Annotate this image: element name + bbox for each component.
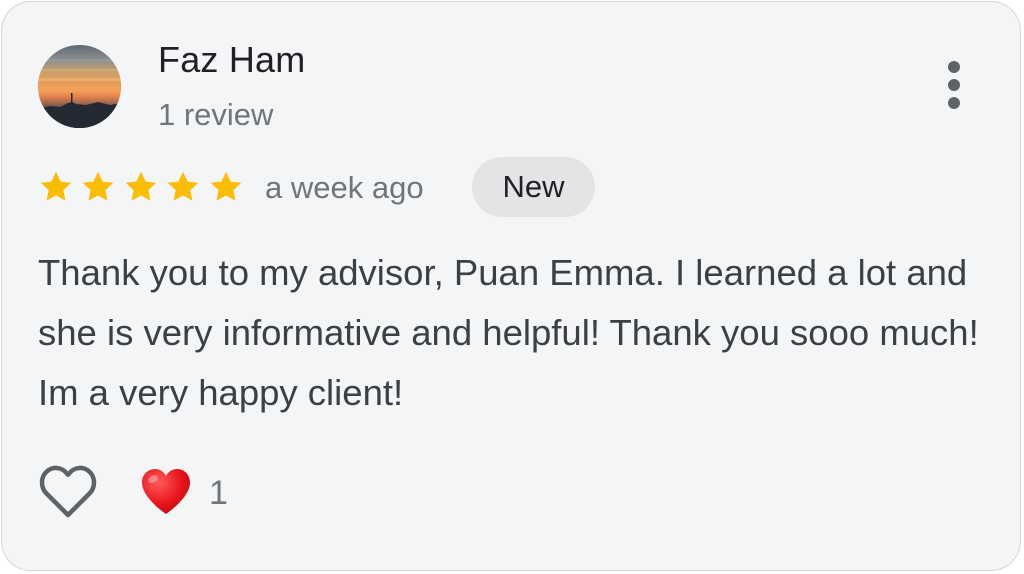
star-rating [38,169,244,205]
star-icon [167,171,199,201]
author-review-count: 1 review [158,97,274,132]
review-time: a week ago [265,170,424,205]
star-icon [210,171,242,201]
author-avatar[interactable] [38,45,121,128]
red-heart-emoji [142,469,190,514]
heart-outline-icon [39,465,97,518]
review-text: Thank you to my advisor, Puan Emma. I le… [38,252,979,413]
reaction-count: 1 [209,474,228,512]
more-vert-icon [948,61,960,73]
author-name[interactable]: Faz Ham [158,38,305,82]
review-card: Faz Ham 1 review a week ago New Thank yo… [1,1,1021,571]
star-icon [82,171,114,201]
more-vert-icon-dot [948,79,960,91]
sunset-photo-avatar [38,45,121,128]
star-icon [40,171,72,201]
star-icon [125,171,157,201]
like-button[interactable] [38,463,98,521]
more-vert-icon-dot [948,97,960,109]
more-options-button[interactable] [932,54,976,116]
new-badge: New [472,157,595,217]
